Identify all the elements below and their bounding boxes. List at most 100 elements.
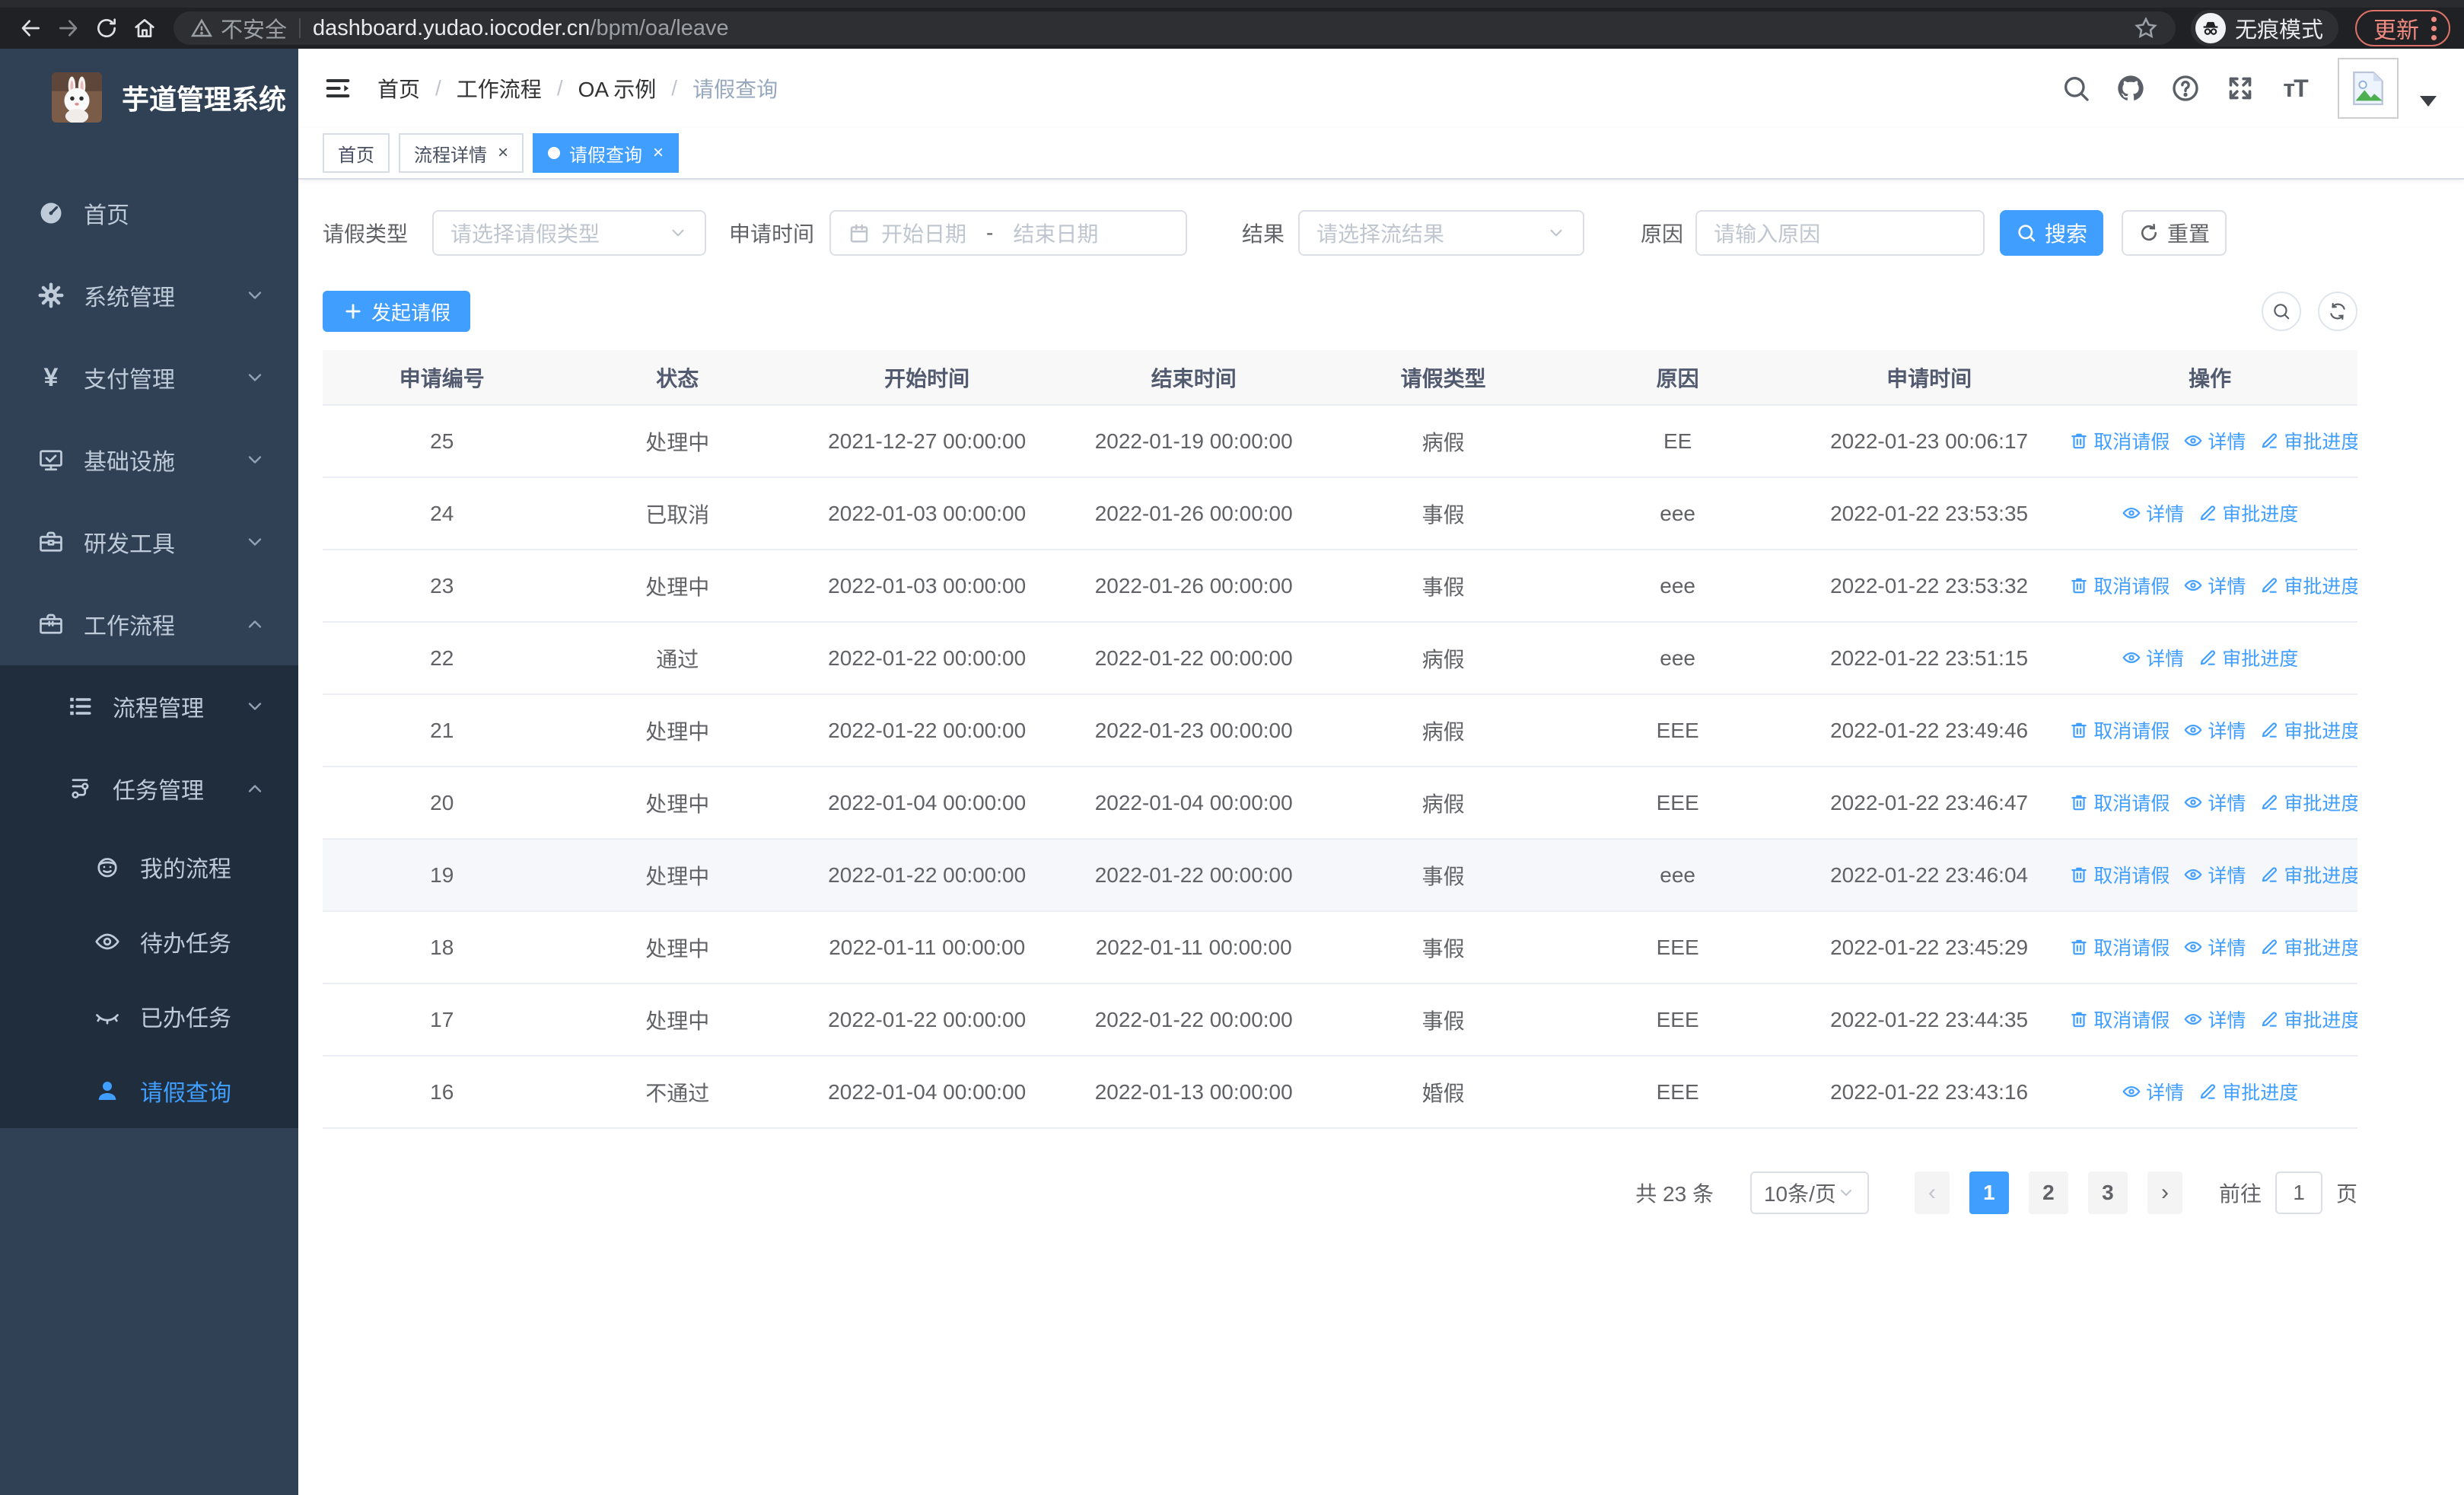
page-size-select[interactable]: 10条/页 <box>1749 1171 1869 1214</box>
action-progress-link[interactable]: 审批进度 <box>2259 933 2357 961</box>
breadcrumb-item[interactable]: 工作流程 <box>457 73 542 104</box>
action-detail-link[interactable]: 详情 <box>2183 861 2246 888</box>
sidebar-item-my-process[interactable]: 我的流程 <box>0 830 298 904</box>
avatar[interactable] <box>2338 58 2399 119</box>
dashboard-icon <box>37 199 65 228</box>
action-detail-link[interactable]: 详情 <box>2183 789 2246 816</box>
sidebar-item-process-mgmt[interactable]: 流程管理 <box>0 665 298 748</box>
sidebar-item-home[interactable]: 首页 <box>0 172 298 254</box>
browser-menu-icon[interactable] <box>2431 16 2437 40</box>
cell-actions: 详情 审批进度 <box>2062 1056 2357 1129</box>
table-row[interactable]: 17 处理中 2022-01-22 00:00:00 2022-01-22 00:00… <box>323 983 2357 1057</box>
cell-id: 20 <box>323 767 562 840</box>
fullscreen-icon[interactable] <box>2224 72 2257 105</box>
header-search-icon[interactable] <box>2059 72 2093 105</box>
sidebar-collapse-icon[interactable] <box>321 72 355 105</box>
app-logo[interactable]: 芋道管理系统 <box>0 49 298 146</box>
action-progress-link[interactable]: 审批进度 <box>2259 572 2357 599</box>
action-progress-link[interactable]: 审批进度 <box>2198 499 2298 527</box>
sidebar-item-payment[interactable]: ¥ 支付管理 <box>0 336 298 419</box>
action-cancel-link[interactable]: 取消请假 <box>2069 861 2170 888</box>
goto-page-input[interactable]: 1 <box>2275 1171 2322 1214</box>
action-progress-link[interactable]: 审批进度 <box>2259 1006 2357 1033</box>
cell-id: 17 <box>323 983 562 1057</box>
search-button[interactable]: 搜索 <box>2000 210 2104 256</box>
browser-forward-icon[interactable] <box>52 11 85 45</box>
github-icon[interactable] <box>2114 72 2147 105</box>
sidebar-item-leave-query[interactable]: 请假查询 <box>0 1054 298 1128</box>
avatar-caret-icon[interactable] <box>2420 96 2437 107</box>
action-cancel-link[interactable]: 取消请假 <box>2069 933 2170 961</box>
result-select[interactable]: 请选择流结果 <box>1298 210 1585 256</box>
apply-time-range-picker[interactable]: 开始日期 - 结束日期 <box>829 210 1188 256</box>
bookmark-star-icon[interactable] <box>2133 15 2159 41</box>
prev-page-button[interactable]: ‹ <box>1914 1171 1950 1214</box>
action-progress-link[interactable]: 审批进度 <box>2198 1078 2298 1105</box>
page-button-3[interactable]: 3 <box>2087 1171 2128 1214</box>
action-cancel-link[interactable]: 取消请假 <box>2069 572 2170 599</box>
reset-button[interactable]: 重置 <box>2122 210 2227 256</box>
table-row[interactable]: 25 处理中 2021-12-27 00:00:00 2022-01-19 00:00… <box>323 405 2357 478</box>
browser-reload-icon[interactable] <box>90 11 123 45</box>
page-button-1[interactable]: 1 <box>1969 1171 2009 1214</box>
action-progress-link[interactable]: 审批进度 <box>2259 716 2357 744</box>
table-row[interactable]: 19 处理中 2022-01-22 00:00:00 2022-01-22 00:00… <box>323 839 2357 912</box>
cell-reason: EEE <box>1559 1056 1796 1129</box>
action-cancel-link[interactable]: 取消请假 <box>2069 1006 2170 1033</box>
close-tab-icon[interactable]: × <box>498 144 508 162</box>
help-icon[interactable] <box>2169 72 2202 105</box>
action-detail-link[interactable]: 详情 <box>2122 1078 2184 1105</box>
action-progress-link[interactable]: 审批进度 <box>2198 644 2298 671</box>
page-button-2[interactable]: 2 <box>2028 1171 2068 1214</box>
action-cancel-link[interactable]: 取消请假 <box>2069 716 2170 744</box>
sidebar-item-dev-tools[interactable]: 研发工具 <box>0 501 298 583</box>
sidebar-item-workflow[interactable]: 工作流程 <box>0 583 298 665</box>
action-detail-link[interactable]: 详情 <box>2122 644 2184 671</box>
sidebar-item-system[interactable]: 系统管理 <box>0 254 298 336</box>
tab-请假查询[interactable]: 请假查询 × <box>533 133 680 173</box>
table-row[interactable]: 20 处理中 2022-01-04 00:00:00 2022-01-04 00:00… <box>323 767 2357 840</box>
reason-input[interactable]: 请输入原因 <box>1695 210 1985 256</box>
action-progress-link[interactable]: 审批进度 <box>2259 861 2357 888</box>
browser-back-icon[interactable] <box>14 11 47 45</box>
table-row[interactable]: 24 已取消 2022-01-03 00:00:00 2022-01-26 00:00… <box>323 477 2357 550</box>
sidebar-item-infrastructure[interactable]: 基础设施 <box>0 419 298 501</box>
action-detail-link[interactable]: 详情 <box>2183 1006 2246 1033</box>
browser-update-button[interactable]: 更新 <box>2355 10 2450 46</box>
sidebar-item-done-tasks[interactable]: 已办任务 <box>0 979 298 1054</box>
tab-流程详情[interactable]: 流程详情 × <box>399 133 524 173</box>
breadcrumb-item[interactable]: OA 示例 <box>578 73 657 104</box>
browser-home-icon[interactable] <box>128 11 161 45</box>
address-bar[interactable]: 不安全 dashboard.yudao.iocoder.cn/bpm/oa/le… <box>173 11 2176 45</box>
action-detail-link[interactable]: 详情 <box>2183 933 2246 961</box>
action-detail-link[interactable]: 详情 <box>2183 427 2246 454</box>
action-cancel-link[interactable]: 取消请假 <box>2069 427 2170 454</box>
action-detail-link[interactable]: 详情 <box>2122 499 2184 527</box>
close-tab-icon[interactable]: × <box>653 144 664 162</box>
sidebar-item-task-mgmt[interactable]: 任务管理 <box>0 748 298 830</box>
font-size-icon[interactable]: тT <box>2278 72 2312 105</box>
next-page-button[interactable]: › <box>2147 1171 2182 1214</box>
tab-首页[interactable]: 首页 <box>323 133 390 173</box>
action-detail-link[interactable]: 详情 <box>2183 716 2246 744</box>
toolbox-icon <box>37 528 65 556</box>
table-row[interactable]: 21 处理中 2022-01-22 00:00:00 2022-01-23 00:00… <box>323 694 2357 767</box>
table-row[interactable]: 22 通过 2022-01-22 00:00:00 2022-01-22 00:00:… <box>323 622 2357 695</box>
cell-apply-time: 2022-01-22 23:51:15 <box>1795 622 2063 695</box>
action-cancel-link[interactable]: 取消请假 <box>2069 789 2170 816</box>
table-row[interactable]: 18 处理中 2022-01-11 00:00:00 2022-01-11 00:00… <box>323 911 2357 984</box>
action-detail-link[interactable]: 详情 <box>2183 572 2246 599</box>
breadcrumb-item[interactable]: 首页 <box>377 73 420 104</box>
refresh-table-button[interactable] <box>2318 292 2357 331</box>
toggle-search-button[interactable] <box>2262 292 2301 331</box>
action-progress-link[interactable]: 审批进度 <box>2259 789 2357 816</box>
table-row[interactable]: 16 不通过 2022-01-04 00:00:00 2022-01-13 00:00… <box>323 1056 2357 1129</box>
leave-type-select[interactable]: 请选择请假类型 <box>432 210 707 256</box>
table-row[interactable]: 23 处理中 2022-01-03 00:00:00 2022-01-26 00:00… <box>323 550 2357 623</box>
pen-icon <box>2259 431 2279 451</box>
action-progress-link[interactable]: 审批进度 <box>2259 427 2357 454</box>
sidebar-item-todo-tasks[interactable]: 待办任务 <box>0 904 298 979</box>
view-eye-icon <box>2183 720 2203 740</box>
create-leave-button[interactable]: 发起请假 <box>323 291 471 332</box>
cell-reason: EEE <box>1559 911 1796 984</box>
